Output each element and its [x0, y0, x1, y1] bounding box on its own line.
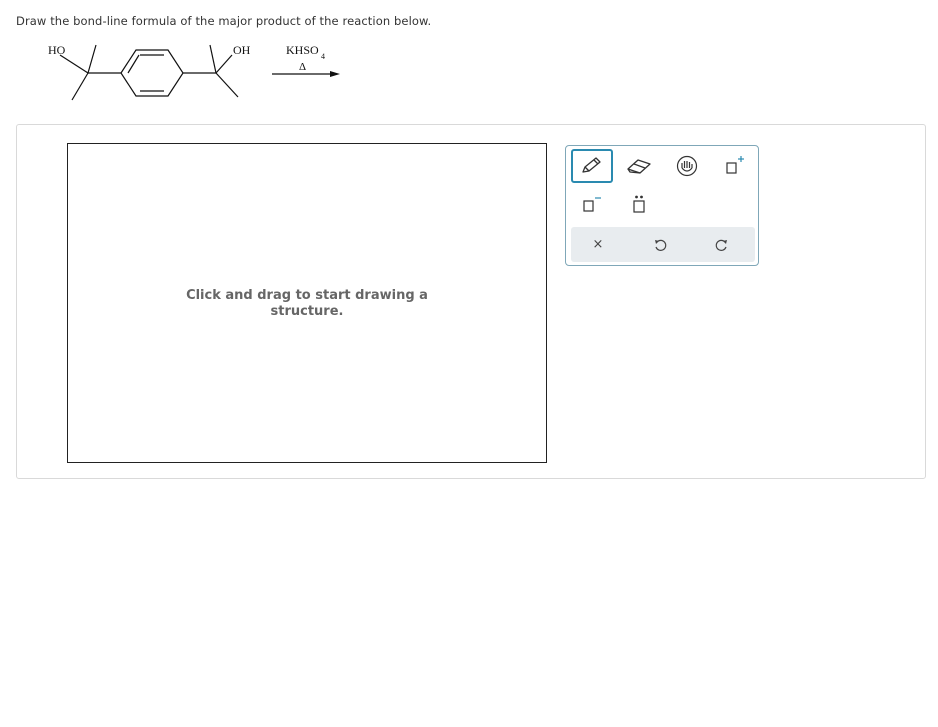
- question-prompt: Draw the bond-line formula of the major …: [16, 14, 432, 28]
- heat-symbol: Δ: [299, 61, 306, 73]
- undo-button[interactable]: [637, 227, 683, 262]
- square-minus-icon: [583, 197, 601, 212]
- canvas-hint-line2: structure.: [270, 304, 344, 319]
- oh-label: OH: [233, 43, 251, 57]
- drawing-toolbox: ×: [565, 145, 759, 266]
- drawing-canvas[interactable]: Click and drag to start drawing a struct…: [67, 143, 547, 463]
- ho-label: HO: [48, 43, 66, 57]
- reaction-structure-drawing: HO OH KHSO 4 Δ: [48, 43, 340, 101]
- pencil-tool-button[interactable]: [571, 149, 613, 183]
- undo-icon: [655, 239, 667, 251]
- reagent-subscript: 4: [321, 52, 325, 61]
- eraser-tool-button[interactable]: [618, 149, 660, 183]
- canvas-hint: Click and drag to start drawing a struct…: [68, 288, 546, 320]
- hand-icon: [676, 155, 698, 177]
- negative-charge-tool-button[interactable]: [571, 187, 613, 221]
- pencil-icon: [582, 157, 601, 173]
- action-bar: ×: [571, 227, 755, 262]
- reaction-arrow-head: [330, 71, 340, 77]
- drawing-panel: Click and drag to start drawing a struct…: [16, 124, 926, 479]
- lone-pair-tool-button[interactable]: [618, 187, 660, 221]
- redo-icon: [715, 239, 727, 251]
- redo-button[interactable]: [699, 227, 745, 262]
- reagent-label: KHSO: [286, 43, 319, 57]
- reaction-scheme: HO OH KHSO 4 Δ: [40, 36, 360, 106]
- clear-button[interactable]: ×: [575, 227, 621, 262]
- add-template-tool-button[interactable]: [714, 149, 756, 183]
- eraser-icon: [627, 159, 651, 174]
- hand-tool-button[interactable]: [666, 149, 708, 183]
- canvas-hint-line1: Click and drag to start drawing a: [186, 288, 428, 303]
- close-icon: ×: [592, 237, 604, 252]
- lone-pair-icon: [633, 195, 645, 213]
- square-plus-icon: [726, 156, 744, 174]
